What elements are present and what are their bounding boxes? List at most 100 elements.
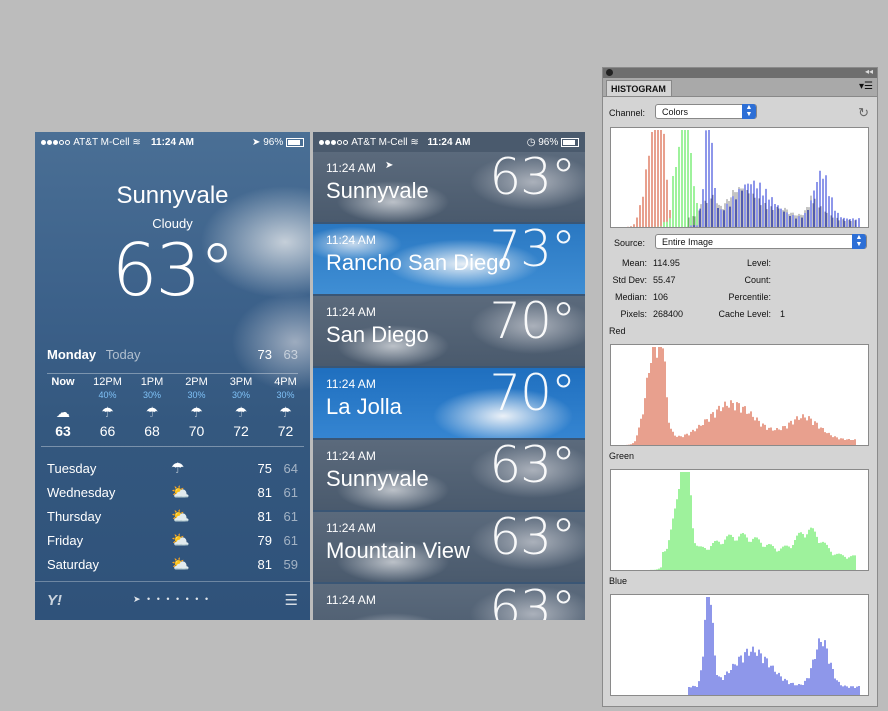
colors-histogram [610,127,869,228]
day-low: 61 [283,485,298,500]
hour-precip: 30% [187,390,206,400]
today-low: 63 [283,347,298,362]
city-name: Rancho San Diego [326,250,511,275]
histogram-panel: ◂◂ HISTOGRAM ▾☰ Channel: Colors ▲ ▼ ↻ Sou… [602,67,878,707]
day-high: 75 [257,461,272,476]
day-high: 79 [257,533,272,548]
source-value: Entire Image [662,237,714,247]
day-low: 61 [283,509,298,524]
hour-column: 1PM 30% ☂ 68 [130,376,174,439]
battery-icon [286,137,304,147]
hour-column: 2PM 30% ☂ 70 [175,376,219,439]
hour-time: 1PM [140,376,164,388]
stddev-value: 55.47 [653,275,676,285]
hourly-forecast[interactable]: Now ☁ 63 12PM 40% ☂ 66 1PM 30% ☂ 68 2PM 30% ☂ 70 3PM 30%… [41,376,304,447]
hour-temp: 70 [188,423,205,439]
red-channel-label: Red [609,326,626,336]
city-time: 11:24 AM [326,449,376,463]
hour-time: Now [51,376,75,388]
count-label: Count: [744,275,771,285]
city-card[interactable]: 11:24 AM Sunnyvale 63° [313,440,585,510]
colors-histogram-graph [612,130,866,227]
daily-row: Wednesday ⛅ 81 61 [47,481,298,505]
city-temp: 63° [489,152,576,206]
hour-column: 12PM 40% ☂ 66 [86,376,130,439]
bottom-toolbar: Y! ➤ • • • • • • • ☰ [35,581,310,620]
hour-temp: 72 [233,423,249,439]
collapse-icon[interactable]: ◂◂ [865,67,873,76]
hour-precip: 30% [231,390,250,400]
partly-sunny-icon: ⛅ [171,556,190,573]
source-select[interactable]: Entire Image ▲ ▼ [655,234,867,249]
day-name: Saturday [47,557,100,572]
today-high: 73 [257,347,272,362]
city-time: 11:24 AM [326,377,376,391]
city-name: Sunnyvale [326,466,429,491]
green-histogram [610,469,869,571]
today-day: Monday [47,347,97,362]
day-name: Thursday [47,509,102,524]
page-indicator[interactable]: ➤ • • • • • • • [133,594,210,605]
rain-icon: ☂ [145,404,159,420]
city-temp: 63° [489,440,576,494]
city-card[interactable]: 11:24 AM La Jolla 70° [313,368,585,438]
status-bar: AT&T M-Cell ≋ 11:24 AM ➤ 96% [35,132,310,152]
day-name: Tuesday [47,461,97,476]
cloud-icon: ☁ [56,404,70,420]
status-bar: AT&T M-Cell ≋ 11:24 AM ◷ 96% [313,132,585,152]
day-low: 61 [283,533,298,548]
hour-time: 2PM [185,376,208,388]
city-card[interactable]: 11:24 AM San Diego 70° [313,296,585,366]
tab-histogram[interactable]: HISTOGRAM [606,80,672,96]
city-card[interactable]: 11:24 AM 63° [313,584,585,620]
city-temp: 63° [489,512,576,566]
median-label: Median: [614,292,647,302]
day-high: 81 [257,509,272,524]
yahoo-logo[interactable]: Y! [47,592,62,609]
daily-forecast: Tuesday ☂ 75 64 Wednesday ⛅ 81 61 Thursday ⛅ 81 61 F… [47,457,298,577]
daily-row: Tuesday ☂ 75 64 [47,457,298,481]
alarm-icon: ◷ [526,137,536,148]
city-list-screen: AT&T M-Cell ≋ 11:24 AM ◷ 96% 11:24 AM ➤ Su… [313,132,585,620]
select-arrow-icon: ▲ ▼ [852,234,866,249]
panel-tabs: HISTOGRAM ▾☰ [603,78,877,97]
battery-icon [561,137,579,147]
mean-label: Mean: [621,258,647,268]
day-name: Friday [47,533,84,548]
city-temp: 63° [489,584,576,620]
pixels-label: Pixels: [620,309,647,319]
list-icon[interactable]: ☰ [285,591,298,609]
city-card[interactable]: 11:24 AM ➤ Sunnyvale 63° [313,152,585,222]
source-label: Source: [614,238,646,248]
partly-sunny-icon: ⛅ [171,508,190,525]
city-time: 11:24 AM [326,521,376,535]
red-histogram-graph [612,347,866,445]
city-name: Mountain View [326,538,470,563]
blue-histogram-graph [650,597,866,695]
percentile-label: Percentile: [728,292,771,302]
refresh-icon[interactable]: ↻ [858,105,869,121]
rain-icon: ☂ [234,404,248,420]
panel-menu-icon[interactable]: ▾☰ [859,81,873,92]
hour-time: 4PM [274,376,297,388]
city-card[interactable]: 11:24 AM Rancho San Diego 73° [313,224,585,294]
level-label: Level: [746,258,771,268]
city-name: Sunnyvale [116,182,229,209]
day-high: 81 [257,485,272,500]
hour-precip: 30% [142,390,161,400]
status-right: ➤ 96% [252,137,304,148]
channel-select[interactable]: Colors ▲ ▼ [655,104,757,119]
hour-column: 4PM 30% ☂ 72 [264,376,308,439]
hour-time: 3PM [229,376,253,388]
red-histogram [610,344,869,446]
panel-titlebar[interactable]: ◂◂ [603,67,877,78]
current-temperature: 63° [111,228,236,312]
select-arrow-icon: ▲ ▼ [742,104,756,119]
close-icon[interactable] [606,69,613,76]
hour-temp: 68 [144,423,160,439]
city-time: 11:24 AM [326,593,376,607]
day-name: Wednesday [47,485,116,500]
battery-percent: 96% [538,137,559,148]
today-label: Today [105,347,141,362]
city-card[interactable]: 11:24 AM Mountain View 63° [313,512,585,582]
